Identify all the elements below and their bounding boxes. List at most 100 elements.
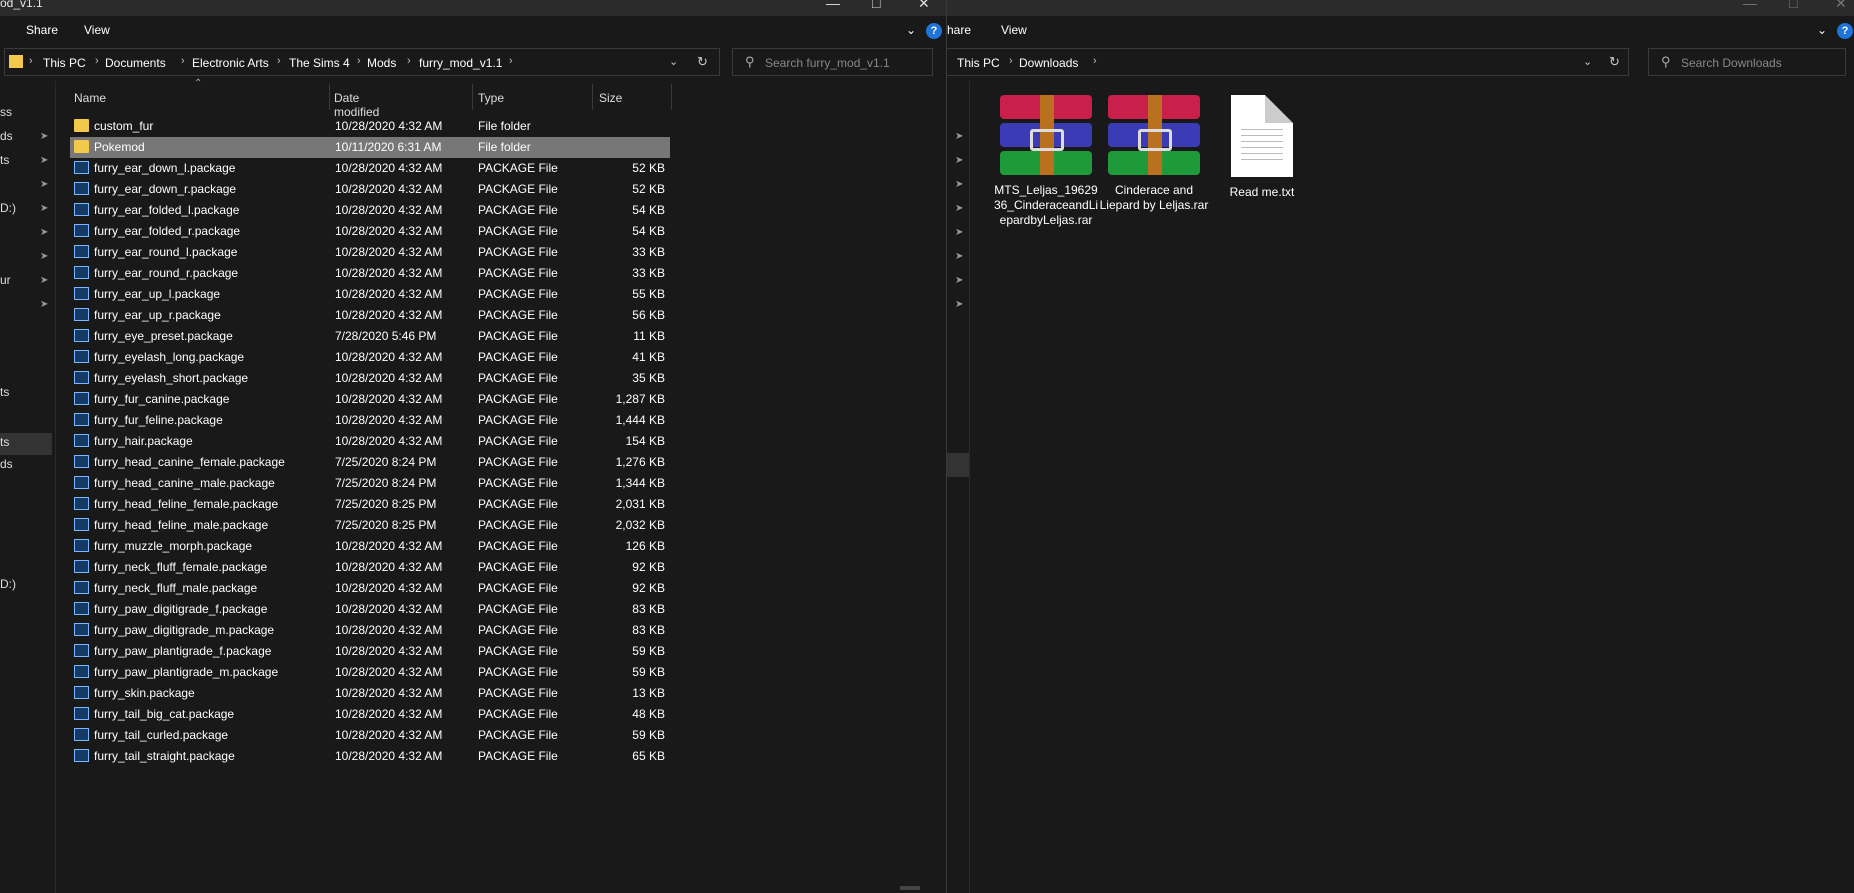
- file-tile[interactable]: Cinderace and Liepard by Leljas.rar: [1099, 95, 1209, 213]
- nav-item[interactable]: ts: [0, 385, 9, 399]
- title-bar[interactable]: — □ ✕: [947, 0, 1854, 16]
- pin-icon[interactable]: ➤: [40, 299, 48, 310]
- file-row[interactable]: furry_neck_fluff_female.package 10/28/202…: [70, 557, 670, 578]
- file-row[interactable]: furry_ear_folded_r.package 10/28/2020 4:3…: [70, 221, 670, 242]
- file-row[interactable]: furry_head_feline_male.package 7/25/2020 …: [70, 515, 670, 536]
- file-row[interactable]: custom_fur 10/28/2020 4:32 AM File folder: [70, 116, 670, 137]
- file-row[interactable]: furry_neck_fluff_male.package 10/28/2020 …: [70, 578, 670, 599]
- file-row[interactable]: furry_paw_plantigrade_m.package 10/28/202…: [70, 662, 670, 683]
- file-row[interactable]: furry_skin.package 10/28/2020 4:32 AM PACK…: [70, 683, 670, 704]
- file-row[interactable]: furry_paw_digitigrade_f.package 10/28/202…: [70, 599, 670, 620]
- breadcrumb-this-pc[interactable]: This PC: [43, 56, 86, 70]
- pin-icon[interactable]: ➤: [40, 251, 48, 262]
- nav-item[interactable]: ss: [0, 105, 12, 119]
- file-name: furry_ear_up_r.package: [94, 308, 221, 322]
- refresh-icon[interactable]: ↻: [697, 54, 708, 70]
- breadcrumb-mods[interactable]: Mods: [367, 56, 396, 70]
- pin-icon[interactable]: ➤: [40, 131, 48, 142]
- file-row[interactable]: furry_tail_straight.package 10/28/2020 4:…: [70, 746, 670, 767]
- file-row[interactable]: furry_fur_feline.package 10/28/2020 4:32 …: [70, 410, 670, 431]
- column-divider[interactable]: [671, 84, 672, 110]
- file-row[interactable]: furry_ear_round_l.package 10/28/2020 4:32…: [70, 242, 670, 263]
- pin-icon[interactable]: ➤: [40, 275, 48, 286]
- file-row[interactable]: furry_fur_canine.package 10/28/2020 4:32 …: [70, 389, 670, 410]
- nav-item-selected[interactable]: [947, 453, 969, 477]
- tab-view[interactable]: View: [1001, 23, 1027, 37]
- search-box[interactable]: ⚲ Search furry_mod_v1.1: [732, 48, 933, 76]
- nav-item[interactable]: D:): [0, 577, 16, 591]
- history-dropdown-icon[interactable]: ⌄: [669, 55, 678, 68]
- file-row[interactable]: furry_eyelash_long.package 10/28/2020 4:3…: [70, 347, 670, 368]
- tab-share[interactable]: hare: [947, 23, 971, 37]
- minimize-icon[interactable]: —: [826, 0, 840, 11]
- file-row[interactable]: furry_head_feline_female.package 7/25/202…: [70, 494, 670, 515]
- file-row[interactable]: furry_muzzle_morph.package 10/28/2020 4:3…: [70, 536, 670, 557]
- breadcrumb-electronic-arts[interactable]: Electronic Arts: [192, 56, 269, 70]
- breadcrumb-furry-mod[interactable]: furry_mod_v1.1: [419, 56, 502, 70]
- breadcrumb-downloads[interactable]: Downloads: [1019, 56, 1078, 70]
- file-tile[interactable]: Read me.txt: [1207, 95, 1317, 200]
- column-divider[interactable]: [592, 84, 593, 110]
- breadcrumb-documents[interactable]: Documents: [105, 56, 166, 70]
- minimize-icon[interactable]: —: [1743, 0, 1757, 11]
- nav-item[interactable]: ts: [0, 153, 9, 167]
- scrollbar-thumb[interactable]: [900, 886, 920, 890]
- nav-item[interactable]: ds: [0, 129, 13, 143]
- chevron-down-icon[interactable]: ⌄: [906, 23, 916, 37]
- help-icon[interactable]: ?: [926, 23, 942, 39]
- file-row[interactable]: furry_ear_folded_l.package 10/28/2020 4:3…: [70, 200, 670, 221]
- nav-item-selected[interactable]: ts: [0, 433, 52, 455]
- file-row[interactable]: furry_head_canine_female.package 7/25/202…: [70, 452, 670, 473]
- tab-view[interactable]: View: [84, 23, 110, 37]
- file-tile[interactable]: MTS_Leljas_1962936_CinderaceandLiepardby…: [991, 95, 1101, 228]
- close-icon[interactable]: ✕: [918, 0, 930, 12]
- pin-icon[interactable]: ➤: [955, 131, 963, 142]
- file-row[interactable]: furry_eye_preset.package 7/28/2020 5:46 P…: [70, 326, 670, 347]
- file-row[interactable]: furry_eyelash_short.package 10/28/2020 4:…: [70, 368, 670, 389]
- column-divider[interactable]: [329, 84, 330, 110]
- file-row[interactable]: furry_ear_down_r.package 10/28/2020 4:32 …: [70, 179, 670, 200]
- file-row[interactable]: furry_ear_down_l.package 10/28/2020 4:32 …: [70, 158, 670, 179]
- file-row[interactable]: furry_tail_big_cat.package 10/28/2020 4:3…: [70, 704, 670, 725]
- search-box[interactable]: ⚲ Search Downloads: [1648, 48, 1846, 76]
- pin-icon[interactable]: ➤: [955, 251, 963, 262]
- nav-item[interactable]: ds: [0, 457, 13, 471]
- file-row[interactable]: furry_tail_curled.package 10/28/2020 4:32…: [70, 725, 670, 746]
- pin-icon[interactable]: ➤: [40, 155, 48, 166]
- pin-icon[interactable]: ➤: [955, 275, 963, 286]
- pin-icon[interactable]: ➤: [955, 155, 963, 166]
- file-row[interactable]: furry_ear_up_l.package 10/28/2020 4:32 AM…: [70, 284, 670, 305]
- pin-icon[interactable]: ➤: [40, 227, 48, 238]
- file-row[interactable]: furry_ear_round_r.package 10/28/2020 4:32…: [70, 263, 670, 284]
- pin-icon[interactable]: ➤: [955, 203, 963, 214]
- pin-icon[interactable]: ➤: [955, 179, 963, 190]
- column-divider[interactable]: [472, 84, 473, 110]
- pin-icon[interactable]: ➤: [955, 299, 963, 310]
- file-row[interactable]: furry_hair.package 10/28/2020 4:32 AM PACK…: [70, 431, 670, 452]
- chevron-down-icon[interactable]: ⌄: [1817, 23, 1827, 37]
- address-bar[interactable]: › This PC › Documents › Electronic Arts …: [4, 48, 720, 76]
- title-bar[interactable]: od_v1.1 — □ ✕: [0, 0, 946, 16]
- pin-icon[interactable]: ➤: [40, 179, 48, 190]
- pin-icon[interactable]: ➤: [40, 203, 48, 214]
- navigation-pane: ss ds ts D:) ur ts ts ds D:) ➤ ➤ ➤ ➤ ➤ ➤…: [0, 81, 56, 893]
- file-row[interactable]: furry_ear_up_r.package 10/28/2020 4:32 AM…: [70, 305, 670, 326]
- maximize-icon[interactable]: □: [1789, 0, 1797, 11]
- folder-icon: [74, 119, 89, 132]
- tab-share[interactable]: Share: [26, 23, 58, 37]
- file-row[interactable]: furry_paw_plantigrade_f.package 10/28/202…: [70, 641, 670, 662]
- history-dropdown-icon[interactable]: ⌄: [1583, 55, 1592, 68]
- refresh-icon[interactable]: ↻: [1609, 54, 1620, 70]
- maximize-icon[interactable]: □: [872, 0, 880, 11]
- file-row[interactable]: furry_head_canine_male.package 7/25/2020 …: [70, 473, 670, 494]
- file-row[interactable]: furry_paw_digitigrade_m.package 10/28/202…: [70, 620, 670, 641]
- breadcrumb-this-pc[interactable]: This PC: [957, 56, 1000, 70]
- nav-item[interactable]: D:): [0, 201, 16, 215]
- address-bar[interactable]: This PC › Downloads › ⌄ ↻: [947, 48, 1629, 76]
- file-row[interactable]: Pokemod 10/11/2020 6:31 AM File folder: [70, 137, 670, 158]
- breadcrumb-the-sims-4[interactable]: The Sims 4: [289, 56, 350, 70]
- pin-icon[interactable]: ➤: [955, 227, 963, 238]
- nav-item[interactable]: ur: [0, 273, 11, 287]
- close-icon[interactable]: ✕: [1835, 0, 1847, 12]
- help-icon[interactable]: ?: [1837, 23, 1853, 39]
